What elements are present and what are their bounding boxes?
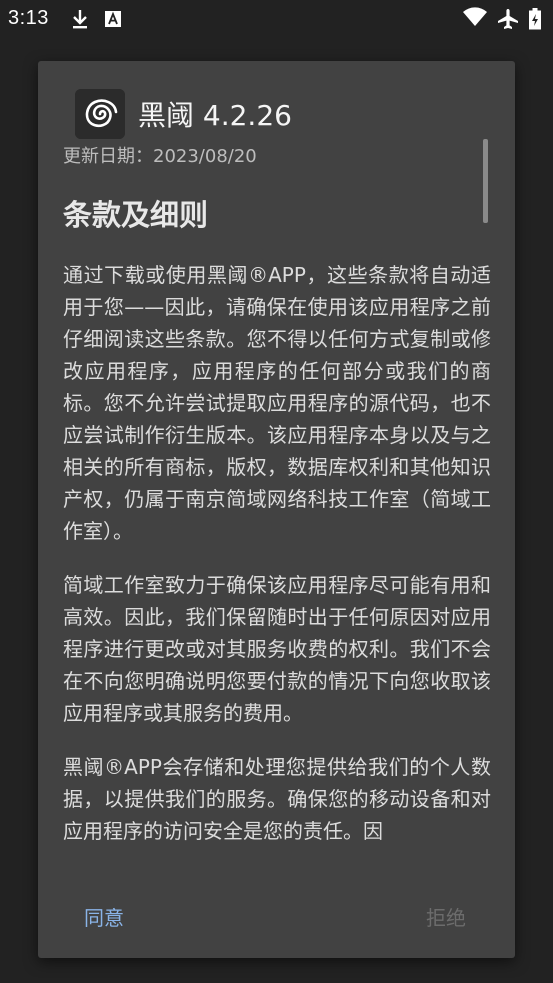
agree-button[interactable]: 同意 xyxy=(76,898,132,935)
terms-dialog: 黑阈 4.2.26 更新日期：2023/08/20 条款及细则 通过下载或使用黑… xyxy=(38,61,515,958)
airplane-icon xyxy=(498,9,518,29)
wifi-icon xyxy=(463,7,487,26)
terms-paragraph: 黑阈®APP会存储和处理您提供给我们的个人数据，以提供我们的服务。确保您的移动设… xyxy=(63,755,491,843)
terms-content[interactable]: 条款及细则 通过下载或使用黑阈®APP，这些条款将自动适用于您——因此，请确保在… xyxy=(63,191,491,874)
battery-icon xyxy=(529,8,541,30)
terms-paragraph: 通过下载或使用黑阈®APP，这些条款将自动适用于您——因此，请确保在使用该应用程… xyxy=(63,263,491,543)
update-date: 更新日期：2023/08/20 xyxy=(63,146,257,167)
app-icon xyxy=(75,89,125,139)
reject-button[interactable]: 拒绝 xyxy=(418,898,474,935)
status-time: 3:13 xyxy=(8,7,49,29)
status-bar: 3:13 xyxy=(0,0,553,38)
app-title: 黑阈 4.2.26 xyxy=(138,99,292,132)
spiral-logo-icon xyxy=(75,89,125,139)
terms-heading: 条款及细则 xyxy=(63,198,209,232)
download-icon xyxy=(73,10,87,29)
a-text-icon xyxy=(105,11,121,27)
terms-paragraph: 简域工作室致力于确保该应用程序尽可能有用和高效。因此，我们保留随时出于任何原因对… xyxy=(63,573,491,725)
